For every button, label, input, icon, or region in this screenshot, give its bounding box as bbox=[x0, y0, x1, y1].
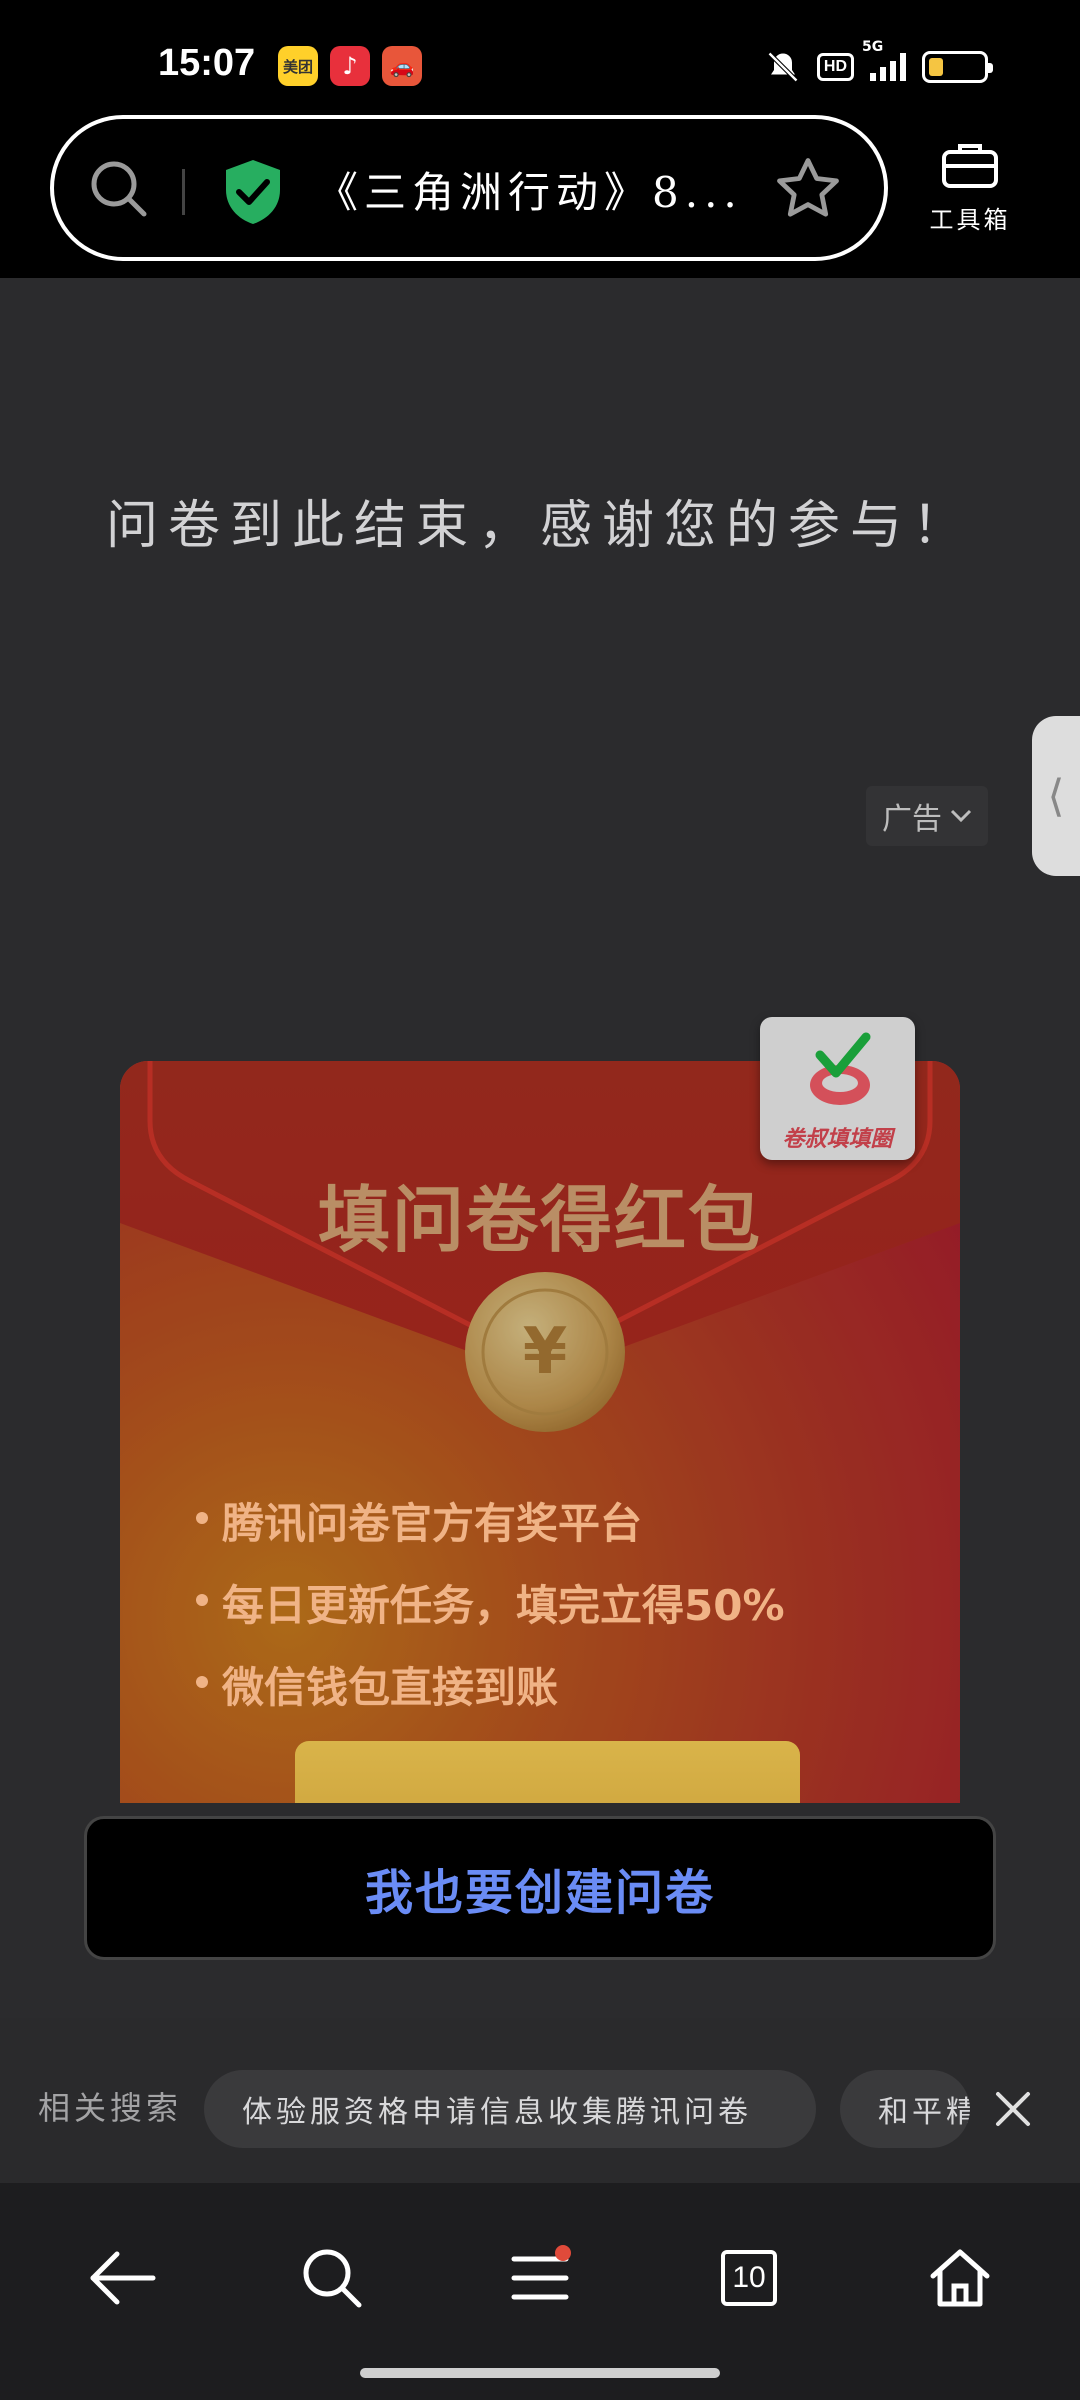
music-app-icon: ♪ bbox=[330, 46, 370, 86]
divider bbox=[182, 169, 185, 215]
status-time: 15:07 bbox=[158, 42, 256, 84]
signal-5g: 5G bbox=[862, 39, 906, 81]
tabs-count: 10 bbox=[721, 2250, 777, 2306]
related-search-label: 相关搜索 bbox=[38, 2089, 183, 2127]
status-bar: 15:07 美团 ♪ 🚗 HD 5G bbox=[0, 0, 1080, 130]
ad-bullet-2: 每日更新任务，填完立得50% bbox=[196, 1572, 785, 1633]
notification-dot bbox=[555, 2245, 571, 2261]
ad-bullet-1: 腾讯问卷官方有奖平台 bbox=[195, 1490, 642, 1551]
home-button[interactable] bbox=[915, 2233, 1005, 2323]
related-search-chip[interactable]: 体验服资格申请信息收集腾讯问卷 bbox=[204, 2070, 816, 2148]
juanshu-logo: 卷叔填填圈 bbox=[760, 1017, 915, 1160]
survey-end-message: 问卷到此结束，感谢您的参与！ bbox=[105, 496, 974, 556]
address-bar[interactable]: 《三角洲行动》8... bbox=[50, 115, 888, 261]
back-arrow-icon bbox=[90, 2251, 156, 2305]
create-survey-button[interactable]: 我也要创建问卷 bbox=[84, 1816, 996, 1960]
car-app-icon: 🚗 bbox=[382, 46, 422, 86]
search-button[interactable] bbox=[287, 2233, 377, 2323]
ad-label[interactable]: 广告 bbox=[866, 786, 988, 846]
side-panel-handle[interactable]: ⟨ bbox=[1032, 716, 1080, 876]
signal-icon bbox=[870, 53, 906, 81]
home-icon bbox=[930, 2249, 990, 2307]
page-title[interactable]: 《三角洲行动》8... bbox=[316, 159, 776, 220]
toolbox-label: 工具箱 bbox=[929, 206, 1011, 234]
tabs-button[interactable]: 10 bbox=[704, 2233, 794, 2323]
chevron-down-icon bbox=[950, 809, 972, 823]
toolbox-button[interactable]: 工具箱 bbox=[925, 140, 1015, 250]
battery-icon bbox=[922, 51, 993, 83]
status-icons: HD 5G bbox=[765, 39, 993, 88]
back-button[interactable] bbox=[78, 2233, 168, 2323]
ad-bullet-3: 微信钱包直接到账 bbox=[195, 1654, 558, 1715]
search-icon[interactable] bbox=[84, 154, 154, 224]
bookmark-star-icon[interactable] bbox=[772, 153, 844, 225]
close-icon[interactable] bbox=[990, 2086, 1036, 2132]
checkmark-logo-icon bbox=[810, 1032, 871, 1105]
meituan-app-icon: 美团 bbox=[278, 46, 318, 86]
ad-card-action-button[interactable] bbox=[295, 1741, 800, 1803]
security-shield-icon bbox=[226, 160, 280, 224]
chevron-left-icon: ⟨ bbox=[1047, 770, 1065, 822]
related-search-chip[interactable]: 和平精英 bbox=[840, 2070, 970, 2148]
hd-badge: HD bbox=[816, 53, 854, 81]
home-indicator[interactable] bbox=[360, 2368, 720, 2378]
menu-button[interactable] bbox=[495, 2233, 585, 2323]
silent-bell-icon bbox=[767, 51, 798, 83]
search-icon bbox=[303, 2249, 362, 2308]
toolbox-icon bbox=[942, 144, 998, 188]
related-search-bar: 相关搜索 体验服资格申请信息收集腾讯问卷 和平精英 bbox=[0, 2018, 1080, 2183]
